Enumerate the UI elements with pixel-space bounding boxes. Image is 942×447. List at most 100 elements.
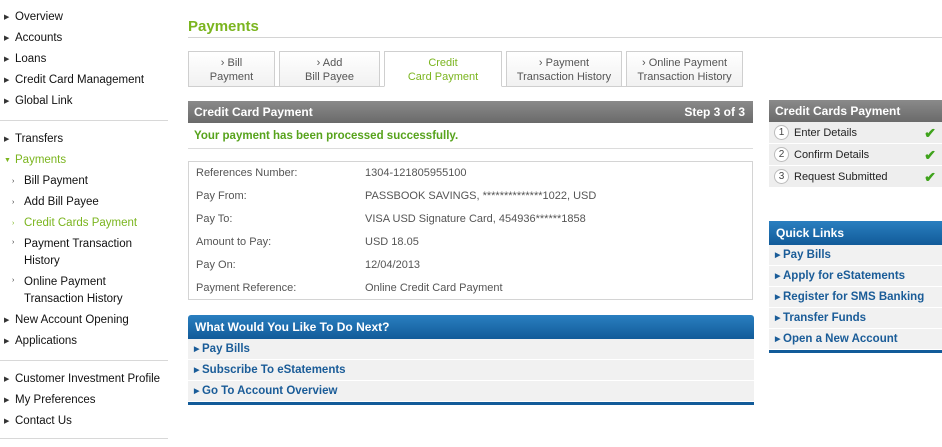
detail-label: Pay To: (196, 213, 233, 225)
sidebar-item-payments[interactable]: ▼ Payments (0, 150, 170, 171)
link-label: Register for SMS Banking (783, 291, 925, 303)
next-actions-box: What Would You Like To Do Next? ▶ Pay Bil… (188, 315, 754, 408)
tab-label-line1: Online Payment (648, 57, 727, 69)
detail-value: 12/04/2013 (365, 259, 421, 271)
arrow-right-icon: ▶ (194, 388, 200, 395)
check-icon: ✔ (924, 125, 936, 141)
step-label: Confirm Details (794, 149, 870, 161)
tab-credit-card-payment[interactable]: Credit Card Payment (384, 51, 502, 87)
sidebar-subitem-online-payment-transaction-history[interactable]: › Online Payment Transaction History (0, 272, 170, 310)
step-confirm-details: 2 Confirm Details ✔ (769, 144, 942, 166)
tab-prefix: › (538, 57, 546, 69)
arrow-right-icon: ▶ (4, 418, 10, 425)
sidebar-item-accounts[interactable]: ▶ Accounts (0, 28, 170, 49)
sidebar-item-contact-us[interactable]: ▶ Contact Us (0, 411, 170, 432)
arrow-right-icon: ▶ (775, 315, 781, 322)
arrow-right-icon: ▶ (4, 77, 10, 84)
link-label: Pay Bills (202, 343, 250, 355)
sidebar-item-label: Add Bill Payee (24, 196, 99, 208)
arrow-right-icon: ▶ (194, 346, 200, 353)
chevron-right-icon: › (12, 178, 15, 185)
detail-row-pay-from: Pay From: PASSBOOK SAVINGS, *************… (189, 185, 752, 208)
payment-details: References Number: 1304-121805955100 Pay … (188, 161, 753, 300)
quick-link-pay-bills[interactable]: ▶ Pay Bills (769, 245, 942, 266)
tab-bar: › Bill Payment › Add Bill Payee Credit C… (188, 51, 942, 87)
next-link-account-overview[interactable]: ▶ Go To Account Overview (188, 381, 754, 402)
sidebar-item-label: Global Link (15, 95, 73, 107)
quick-link-apply-estatements[interactable]: ▶ Apply for eStatements (769, 266, 942, 287)
arrow-down-icon: ▼ (4, 157, 11, 164)
arrow-right-icon: ▶ (4, 56, 10, 63)
detail-label: Pay On: (196, 259, 236, 271)
tab-online-payment-transaction-history[interactable]: › Online Payment Transaction History (626, 51, 743, 87)
step-indicator: Step 3 of 3 (684, 105, 745, 119)
step-number: 3 (774, 169, 789, 184)
quick-link-open-account[interactable]: ▶ Open a New Account (769, 329, 942, 350)
arrow-right-icon: ▶ (775, 336, 781, 343)
check-icon: ✔ (924, 169, 936, 185)
quick-links-title: Quick Links (769, 221, 942, 245)
sidebar-subitem-add-bill-payee[interactable]: › Add Bill Payee (0, 192, 170, 213)
sidebar-item-customer-investment-profile[interactable]: ▶ Customer Investment Profile (0, 369, 170, 390)
step-number: 1 (774, 125, 789, 140)
quick-link-register-sms[interactable]: ▶ Register for SMS Banking (769, 287, 942, 308)
detail-value: Online Credit Card Payment (365, 282, 503, 294)
sidebar-item-label: Transfers (15, 133, 64, 145)
sidebar-divider (0, 120, 168, 121)
section-title: Credit Card Payment (194, 105, 313, 119)
arrow-right-icon: ▶ (194, 367, 200, 374)
sidebar-item-loans[interactable]: ▶ Loans (0, 49, 170, 70)
tab-label-line1: Bill (227, 57, 243, 69)
chevron-right-icon: › (12, 220, 15, 227)
page-title: Payments (188, 18, 259, 35)
sidebar-item-label: Online Payment Transaction History (24, 276, 123, 305)
sidebar-item-applications[interactable]: ▶ Applications (0, 331, 170, 352)
sidebar-item-label: Bill Payment (24, 175, 88, 187)
sidebar-item-label: Loans (15, 53, 47, 65)
next-link-subscribe-estatements[interactable]: ▶ Subscribe To eStatements (188, 360, 754, 381)
link-label: Apply for eStatements (783, 270, 906, 282)
next-link-pay-bills[interactable]: ▶ Pay Bills (188, 339, 754, 360)
tab-prefix: › (220, 57, 228, 69)
arrow-right-icon: ▶ (775, 294, 781, 301)
link-label: Pay Bills (783, 249, 831, 261)
sidebar-item-label: My Preferences (15, 394, 96, 406)
arrow-right-icon: ▶ (4, 98, 10, 105)
quick-link-transfer-funds[interactable]: ▶ Transfer Funds (769, 308, 942, 329)
detail-label: Payment Reference: (196, 282, 297, 294)
sidebar-item-my-preferences[interactable]: ▶ My Preferences (0, 390, 170, 411)
sidebar-item-label: Credit Cards Payment (24, 217, 138, 229)
detail-value: PASSBOOK SAVINGS, **************1022, US… (365, 190, 597, 202)
detail-value: 1304-121805955100 (365, 167, 467, 179)
step-label: Enter Details (794, 127, 857, 139)
tab-label-line2: Transaction History (637, 71, 732, 83)
chevron-right-icon: › (12, 199, 15, 206)
tab-label-line1: Credit (428, 57, 458, 69)
tab-add-bill-payee[interactable]: › Add Bill Payee (279, 51, 380, 87)
sidebar-item-label: Contact Us (15, 415, 72, 427)
sidebar: ▶ Overview ▶ Accounts ▶ Loans ▶ Credit Card … (0, 0, 170, 447)
step-enter-details: 1 Enter Details ✔ (769, 122, 942, 144)
link-label: Open a New Account (783, 333, 898, 345)
sidebar-divider (0, 360, 168, 361)
sidebar-subitem-payment-transaction-history[interactable]: › Payment Transaction History (0, 234, 170, 272)
sidebar-item-label: Overview (15, 11, 63, 23)
sidebar-subitem-credit-cards-payment[interactable]: › Credit Cards Payment (0, 213, 170, 234)
sidebar-item-overview[interactable]: ▶ Overview (0, 7, 170, 28)
sidebar-item-label: Payments (15, 154, 67, 166)
sidebar-subitem-bill-payment[interactable]: › Bill Payment (0, 171, 170, 192)
sidebar-item-credit-card-management[interactable]: ▶ Credit Card Management (0, 70, 170, 91)
tab-payment-transaction-history[interactable]: › Payment Transaction History (506, 51, 622, 87)
sidebar-item-global-link[interactable]: ▶ Global Link (0, 91, 170, 112)
tab-bill-payment[interactable]: › Bill Payment (188, 51, 275, 87)
next-actions-title: What Would You Like To Do Next? (188, 315, 754, 339)
arrow-right-icon: ▶ (4, 317, 10, 324)
tab-label-line1: Add (322, 57, 343, 69)
sidebar-item-transfers[interactable]: ▶ Transfers (0, 129, 170, 150)
sidebar-item-label: Credit Card Management (15, 74, 145, 86)
next-actions-footer (188, 402, 754, 405)
title-divider (188, 37, 942, 38)
detail-value: VISA USD Signature Card, 454936******185… (365, 213, 586, 225)
sidebar-item-new-account-opening[interactable]: ▶ New Account Opening (0, 310, 170, 331)
chevron-right-icon: › (12, 277, 15, 284)
